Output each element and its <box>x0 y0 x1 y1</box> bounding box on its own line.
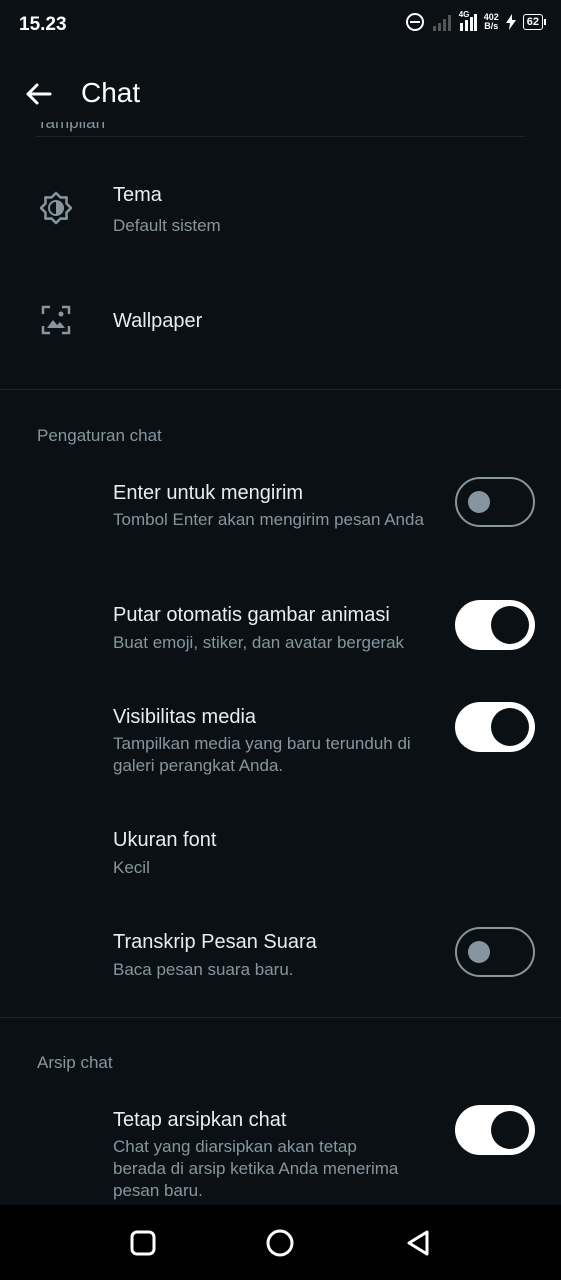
setting-enter-to-send[interactable]: Enter untuk mengirim Tombol Enter akan m… <box>0 470 561 570</box>
setting-theme[interactable]: Tema Default sistem <box>0 160 561 260</box>
section-header-display: Tampilan <box>37 122 105 136</box>
setting-media-visibility-subtitle: Tampilkan media yang baru terunduh di ga… <box>113 734 411 775</box>
signal-weak-icon <box>432 15 451 31</box>
network-type: 4G <box>458 10 470 19</box>
back-nav-button[interactable] <box>400 1225 436 1261</box>
setting-font-size-title: Ukuran font <box>113 829 217 851</box>
network-speed-unit: B/s <box>484 21 499 31</box>
setting-media-visibility-title: Visibilitas media <box>113 706 257 728</box>
status-icons: 4G 402 B/s 62 <box>405 10 547 32</box>
media-visibility-toggle[interactable] <box>455 702 535 752</box>
toggle-knob <box>491 1111 529 1149</box>
toggle-knob <box>468 491 490 513</box>
setting-voice-transcript-title: Transkrip Pesan Suara <box>113 931 317 953</box>
battery-indicator: 62 <box>522 14 547 30</box>
setting-autoplay-animations[interactable]: Putar otomatis gambar animasi Buat emoji… <box>0 595 561 675</box>
setting-wallpaper-title: Wallpaper <box>113 310 203 332</box>
toggle-knob <box>491 708 529 746</box>
back-button[interactable] <box>18 74 58 114</box>
setting-voice-transcript[interactable]: Transkrip Pesan Suara Baca pesan suara b… <box>0 910 561 995</box>
setting-media-visibility[interactable]: Visibilitas media Tampilkan media yang b… <box>0 695 561 790</box>
setting-voice-transcript-subtitle: Baca pesan suara baru. <box>113 960 294 979</box>
keep-archived-toggle[interactable] <box>455 1105 535 1155</box>
section-header-chat-settings: Pengaturan chat <box>37 426 162 445</box>
setting-keep-archived-title: Tetap arsipkan chat <box>113 1109 287 1131</box>
toggle-knob <box>491 606 529 644</box>
setting-theme-subtitle: Default sistem <box>113 216 221 235</box>
network-speed: 402 B/s <box>484 13 499 31</box>
setting-wallpaper[interactable]: Wallpaper <box>0 280 561 365</box>
status-bar: 15.23 4G 402 B/s 62 <box>0 0 561 50</box>
status-time: 15.23 <box>19 14 67 35</box>
section-divider <box>0 389 561 390</box>
setting-font-size[interactable]: Ukuran font Kecil <box>0 815 561 895</box>
toggle-knob <box>468 941 490 963</box>
voice-transcript-toggle[interactable] <box>455 927 535 977</box>
arrow-left-icon <box>26 83 52 105</box>
setting-enter-to-send-title: Enter untuk mengirim <box>113 482 304 504</box>
appbar-divider <box>36 136 525 137</box>
section-header-display-label: Tampilan <box>37 122 106 132</box>
home-button[interactable] <box>262 1225 298 1261</box>
system-nav-bar <box>0 1205 561 1280</box>
setting-font-size-subtitle: Kecil <box>113 858 150 877</box>
do-not-disturb-icon <box>405 13 424 31</box>
circle-icon <box>266 1229 294 1257</box>
brightness-icon <box>36 188 76 228</box>
square-icon <box>130 1230 156 1256</box>
enter-to-send-toggle[interactable] <box>455 477 535 527</box>
setting-theme-title: Tema <box>113 184 162 206</box>
page-title: Chat <box>81 77 141 108</box>
charging-icon <box>505 14 516 30</box>
setting-autoplay-title: Putar otomatis gambar animasi <box>113 604 390 626</box>
setting-enter-to-send-subtitle: Tombol Enter akan mengirim pesan Anda <box>113 510 424 529</box>
section-header-chat-archive: Arsip chat <box>37 1053 113 1072</box>
wallpaper-icon <box>36 300 76 340</box>
setting-autoplay-subtitle: Buat emoji, stiker, dan avatar bergerak <box>113 633 405 652</box>
signal-4g-icon: 4G <box>458 10 477 31</box>
section-divider <box>0 1017 561 1018</box>
setting-keep-archived[interactable]: Tetap arsipkan chat Chat yang diarsipkan… <box>0 1095 561 1205</box>
setting-keep-archived-subtitle: Chat yang diarsipkan akan tetap berada d… <box>113 1137 399 1200</box>
autoplay-animations-toggle[interactable] <box>455 600 535 650</box>
triangle-back-icon <box>407 1230 429 1256</box>
recent-apps-button[interactable] <box>125 1225 161 1261</box>
